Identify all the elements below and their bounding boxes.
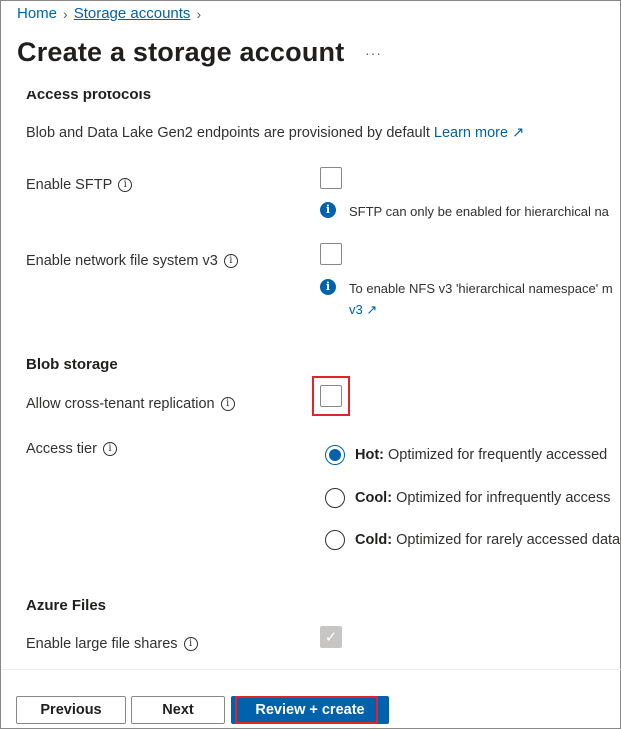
learn-more-link[interactable]: Learn more ↗ (434, 125, 524, 141)
next-button[interactable]: Next (131, 696, 225, 724)
cross-tenant-label: Allow cross-tenant replication i (26, 396, 235, 412)
info-filled-icon: i (320, 279, 336, 295)
radio-button[interactable] (325, 445, 345, 465)
access-tier-hot-option[interactable]: Hot: Optimized for frequently accessed (325, 445, 607, 465)
access-tier-cold-option[interactable]: Cold: Optimized for rarely accessed data (325, 530, 620, 550)
radio-button[interactable] (325, 530, 345, 550)
blob-storage-heading: Blob storage (26, 356, 118, 373)
info-icon[interactable]: i (183, 637, 198, 651)
chevron-right-icon: › (63, 5, 68, 22)
external-link-icon: ↗ (366, 302, 378, 317)
access-tier-cool-option[interactable]: Cool: Optimized for infrequently access (325, 488, 610, 508)
access-tier-label: Access tier i (26, 441, 117, 457)
breadcrumb-home-link[interactable]: Home (17, 5, 57, 22)
info-icon[interactable]: i (220, 397, 235, 411)
nfs-note-line1: To enable NFS v3 'hierarchical namespace… (349, 281, 613, 296)
checkmark-icon: ✓ (324, 629, 338, 646)
breadcrumb: Home › Storage accounts › (17, 5, 201, 22)
more-options-button[interactable]: ··· (365, 45, 382, 61)
external-link-icon: ↗ (512, 125, 525, 141)
breadcrumb-storage-accounts-link[interactable]: Storage accounts (74, 5, 191, 22)
info-icon[interactable]: i (118, 178, 133, 192)
nfs-label: Enable network file system v3 i (26, 253, 238, 269)
nfs-checkbox[interactable] (320, 243, 342, 265)
info-icon[interactable]: i (223, 254, 238, 268)
footer-divider (1, 669, 621, 670)
page-title: Create a storage account (17, 37, 345, 67)
access-protocols-description: Blob and Data Lake Gen2 endpoints are pr… (26, 125, 525, 141)
access-protocols-heading: Access protocols (26, 91, 152, 103)
radio-button[interactable] (325, 488, 345, 508)
sftp-note: SFTP can only be enabled for hierarchica… (349, 204, 609, 219)
highlight-box (235, 696, 378, 724)
sftp-label: Enable SFTP i (26, 177, 133, 193)
previous-button[interactable]: Previous (16, 696, 126, 724)
azure-files-heading: Azure Files (26, 597, 107, 614)
chevron-right-icon: › (196, 5, 202, 22)
info-filled-icon: i (320, 202, 336, 218)
large-file-shares-label: Enable large file shares i (26, 636, 198, 652)
sftp-checkbox[interactable] (320, 167, 342, 189)
nfs-note-link[interactable]: v3 ↗ (349, 302, 377, 318)
info-icon[interactable]: i (102, 442, 117, 456)
cross-tenant-checkbox[interactable] (320, 385, 342, 407)
large-file-shares-checkbox: ✓ (320, 626, 342, 648)
